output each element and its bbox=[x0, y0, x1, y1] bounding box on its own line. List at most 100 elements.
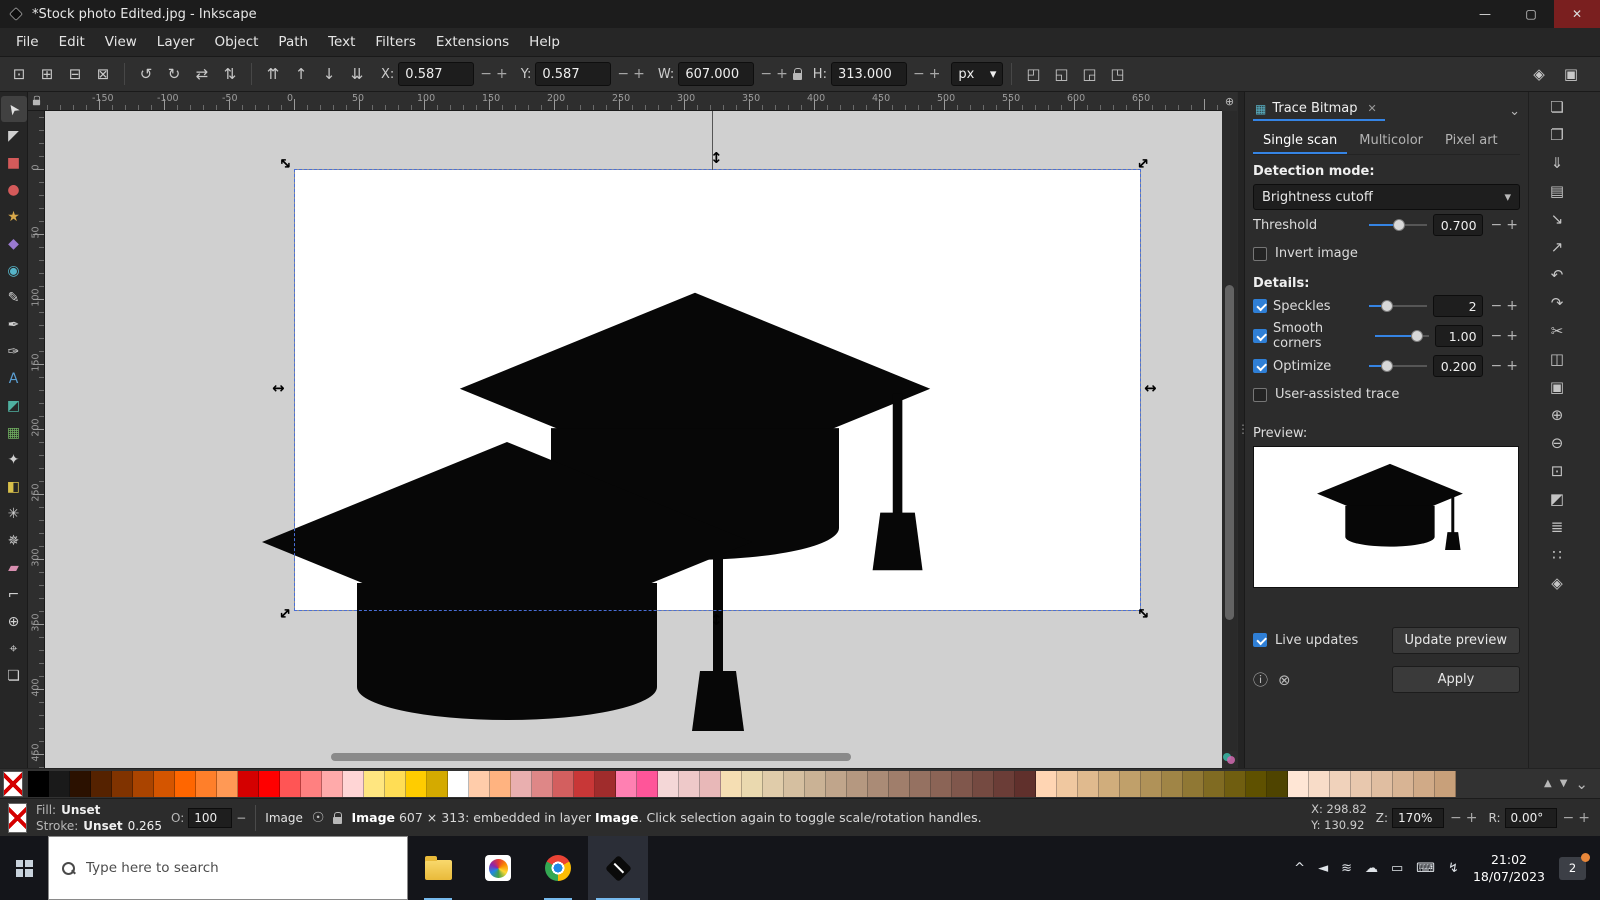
mesh-tool[interactable]: ▦ bbox=[1, 420, 27, 446]
power-icon[interactable]: ↯ bbox=[1448, 861, 1459, 876]
palette-swatch[interactable] bbox=[91, 771, 112, 797]
canvas[interactable]: ↕ ↕ ↔ ↔ ↔ ↔ ↔ ↔ bbox=[45, 111, 1222, 768]
gradient-tool[interactable]: ◩ bbox=[1, 393, 27, 419]
detection-mode-select[interactable]: Brightness cutoff ▾ bbox=[1253, 184, 1520, 210]
panel-menu-icon[interactable]: ⌄ bbox=[1509, 104, 1520, 119]
pencil-tool[interactable]: ✎ bbox=[1, 285, 27, 311]
rotate-ccw-icon[interactable]: ↺ bbox=[133, 61, 159, 87]
menu-file[interactable]: File bbox=[6, 30, 49, 54]
palette-swatch[interactable] bbox=[154, 771, 175, 797]
decrement-icon[interactable]: − bbox=[1561, 810, 1577, 826]
increment-icon[interactable]: + bbox=[1504, 328, 1520, 344]
increment-icon[interactable]: + bbox=[631, 66, 647, 82]
palette-swatch[interactable] bbox=[763, 771, 784, 797]
decrement-icon[interactable]: − bbox=[1489, 358, 1505, 374]
horizontal-scrollbar-thumb[interactable] bbox=[331, 753, 851, 761]
speckles-slider[interactable] bbox=[1369, 299, 1427, 313]
threshold-slider[interactable] bbox=[1369, 218, 1427, 232]
menu-view[interactable]: View bbox=[95, 30, 147, 54]
network-icon[interactable]: ≋ bbox=[1341, 861, 1352, 876]
palette-swatch[interactable] bbox=[70, 771, 91, 797]
optimize-checkbox[interactable] bbox=[1253, 359, 1267, 373]
scale-pattern-toggle-icon[interactable]: ◳ bbox=[1104, 61, 1130, 87]
palette-swatch[interactable] bbox=[1078, 771, 1099, 797]
palette-swatch[interactable] bbox=[1267, 771, 1288, 797]
palette-scroll-down-icon[interactable]: ▼ bbox=[1560, 778, 1568, 789]
pages-tool[interactable]: ❏ bbox=[1, 663, 27, 689]
node-tool[interactable]: ◤ bbox=[1, 123, 27, 149]
w-input[interactable]: 607.000 bbox=[678, 62, 754, 86]
palette-swatch[interactable] bbox=[112, 771, 133, 797]
fill-stroke-dialog-icon[interactable]: ◩ bbox=[1545, 488, 1569, 509]
speckles-checkbox[interactable] bbox=[1253, 299, 1267, 313]
snap-options-icon[interactable]: ▣ bbox=[1558, 61, 1584, 87]
taskbar-clock[interactable]: 21:02 18/07/2023 bbox=[1473, 851, 1545, 886]
menu-object[interactable]: Object bbox=[204, 30, 268, 54]
menu-help[interactable]: Help bbox=[519, 30, 570, 54]
opacity-decrement-icon[interactable]: − bbox=[236, 811, 246, 825]
opacity-input[interactable]: 100 bbox=[188, 808, 232, 828]
taskbar-file-explorer[interactable] bbox=[408, 836, 468, 900]
zoom-page-icon[interactable]: ⊡ bbox=[1545, 460, 1569, 481]
palette-swatch[interactable] bbox=[595, 771, 616, 797]
palette-swatch[interactable] bbox=[805, 771, 826, 797]
menu-text[interactable]: Text bbox=[318, 30, 365, 54]
palette-swatch[interactable] bbox=[301, 771, 322, 797]
raise-to-top-icon[interactable]: ⇈ bbox=[260, 61, 286, 87]
palette-swatch[interactable] bbox=[952, 771, 973, 797]
palette-swatch[interactable] bbox=[217, 771, 238, 797]
snapping-toggle-icon[interactable]: ◈ bbox=[1526, 61, 1552, 87]
undo-icon[interactable]: ↶ bbox=[1545, 264, 1569, 285]
stroke-width-value[interactable]: 0.265 bbox=[128, 819, 162, 833]
palette-swatch[interactable] bbox=[280, 771, 301, 797]
scale-stroke-toggle-icon[interactable]: ◰ bbox=[1020, 61, 1046, 87]
palette-swatch[interactable] bbox=[994, 771, 1015, 797]
scale-handle-left-icon[interactable]: ↔ bbox=[272, 381, 285, 396]
increment-icon[interactable]: + bbox=[927, 66, 943, 82]
taskbar-chrome[interactable] bbox=[528, 836, 588, 900]
info-icon[interactable]: ⓘ bbox=[1253, 669, 1268, 690]
lower-to-bottom-icon[interactable]: ⇊ bbox=[344, 61, 370, 87]
palette-swatch[interactable] bbox=[1225, 771, 1246, 797]
ruler-corner[interactable] bbox=[28, 92, 45, 111]
dropper-tool[interactable]: ✦ bbox=[1, 447, 27, 473]
open-document-icon[interactable]: ❐ bbox=[1545, 124, 1569, 145]
palette-swatch[interactable] bbox=[1057, 771, 1078, 797]
taskbar-color-app[interactable] bbox=[468, 836, 528, 900]
search-input[interactable] bbox=[84, 859, 394, 877]
palette-swatch[interactable] bbox=[532, 771, 553, 797]
optimize-slider[interactable] bbox=[1369, 359, 1427, 373]
no-color-swatch[interactable] bbox=[3, 771, 23, 797]
decrement-icon[interactable]: − bbox=[1448, 810, 1464, 826]
palette-swatch[interactable] bbox=[364, 771, 385, 797]
vertical-ruler[interactable]: 050100150200250300350400450 bbox=[28, 111, 45, 768]
optimize-value[interactable]: 0.200 bbox=[1433, 355, 1483, 377]
spiral-tool[interactable]: ◉ bbox=[1, 258, 27, 284]
trace-bitmap-tab[interactable]: ▦ Trace Bitmap ✕ bbox=[1253, 101, 1385, 121]
menu-extensions[interactable]: Extensions bbox=[426, 30, 519, 54]
palette-swatch[interactable] bbox=[196, 771, 217, 797]
palette-swatch[interactable] bbox=[1288, 771, 1309, 797]
palette-swatch[interactable] bbox=[49, 771, 70, 797]
palette-swatch[interactable] bbox=[1120, 771, 1141, 797]
color-profile-icon[interactable] bbox=[1221, 751, 1237, 767]
palette-swatch[interactable] bbox=[1162, 771, 1183, 797]
palette-scroll-up-icon[interactable]: ▲ bbox=[1544, 778, 1552, 789]
layer-lock-icon[interactable] bbox=[333, 817, 342, 824]
palette-swatch[interactable] bbox=[1204, 771, 1225, 797]
palette-swatch[interactable] bbox=[1309, 771, 1330, 797]
palette-menu-icon[interactable]: ⌄ bbox=[1575, 775, 1588, 793]
apply-button[interactable]: Apply bbox=[1392, 666, 1520, 693]
star-tool[interactable]: ★ bbox=[1, 204, 27, 230]
stroke-value[interactable]: Unset bbox=[83, 819, 122, 833]
new-document-icon[interactable]: ❏ bbox=[1545, 96, 1569, 117]
tab-multicolor[interactable]: Multicolor bbox=[1349, 128, 1433, 154]
increment-icon[interactable]: + bbox=[1504, 358, 1520, 374]
rectangle-tool[interactable]: ■ bbox=[1, 150, 27, 176]
increment-icon[interactable]: + bbox=[1464, 810, 1480, 826]
print-icon[interactable]: ▤ bbox=[1545, 180, 1569, 201]
box-3d-tool[interactable]: ◆ bbox=[1, 231, 27, 257]
layer-name[interactable]: Image bbox=[265, 811, 303, 825]
deselect-icon[interactable]: ⊟ bbox=[62, 61, 88, 87]
eraser-tool[interactable]: ▰ bbox=[1, 555, 27, 581]
